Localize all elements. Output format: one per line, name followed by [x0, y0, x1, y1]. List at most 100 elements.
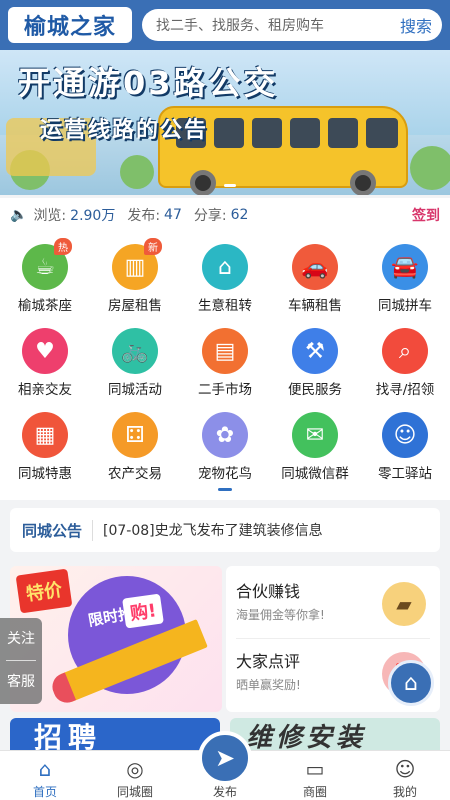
basket-icon: ⚃ — [112, 412, 158, 458]
circle-community-icon: ◎ — [126, 757, 144, 781]
category-label: 零工驿站 — [378, 466, 432, 482]
bus-window — [366, 118, 398, 148]
bus-window — [328, 118, 358, 148]
wechat-icon: ✉ — [292, 412, 338, 458]
views-label: 浏览: — [33, 208, 67, 224]
category-label: 同城特惠 — [18, 466, 72, 482]
grid-page-indicator — [218, 488, 232, 491]
tab-label: 发布 — [212, 785, 237, 799]
discount-icon: ▦ — [22, 412, 68, 458]
tab-label: 同城圈 — [116, 785, 153, 799]
category-item[interactable]: 🚘 同城拼车 — [360, 234, 450, 316]
category-item[interactable]: ▥ 新房屋租售 — [90, 234, 180, 316]
shares-label: 分享: — [193, 208, 227, 224]
category-label: 二手市场 — [198, 382, 252, 398]
send-icon[interactable]: ➤ — [198, 731, 252, 785]
magnifier-icon: ⌕ — [382, 328, 428, 374]
category-item[interactable]: ⌂ 生意租转 — [180, 234, 270, 316]
notice-title: 同城公告 — [22, 519, 94, 541]
category-item[interactable]: ▦ 同城特惠 — [0, 402, 90, 484]
bus-window — [290, 118, 320, 148]
tab-send[interactable]: ➤ 发布 — [180, 731, 270, 800]
category-item[interactable]: ⚒ 便民服务 — [270, 318, 360, 400]
store-icon: ▭ — [305, 757, 325, 781]
banner-indicator — [224, 184, 236, 187]
home-icon: ⌂ — [38, 757, 52, 781]
category-label: 相亲交友 — [18, 382, 72, 398]
home-icon: ⌂ — [404, 670, 418, 696]
bicycle-icon: 🚲 — [112, 328, 158, 374]
broom-icon: ⚒ — [292, 328, 338, 374]
category-item[interactable]: ♥ 相亲交友 — [0, 318, 90, 400]
customer-service-button[interactable]: 客服 — [0, 661, 42, 704]
category-item[interactable]: ⚃ 农产交易 — [90, 402, 180, 484]
category-item[interactable]: ⌕ 找寻/招领 — [360, 318, 450, 400]
tab-label: 我的 — [392, 785, 417, 799]
category-label: 同城拼车 — [378, 298, 432, 314]
floating-home-button[interactable]: ⌂ — [388, 660, 434, 706]
carpool-icon: 🚘 — [382, 244, 428, 290]
market-icon: ▤ — [202, 328, 248, 374]
promo-banner[interactable]: 开通游03路公交 运营线路的公告 — [0, 50, 450, 195]
tab-store[interactable]: ▭ 商圈 — [270, 751, 360, 800]
banner-title: 开通游03路公交 — [18, 64, 279, 102]
paw-icon: ✿ — [202, 412, 248, 458]
category-item[interactable]: 🚲 同城活动 — [90, 318, 180, 400]
app-logo[interactable]: 榆城之家 — [8, 7, 132, 43]
wallet-icon: ▰ — [382, 582, 426, 626]
category-label: 农产交易 — [108, 466, 162, 482]
special-price-badge: 特价 — [15, 568, 73, 614]
category-label: 宠物花鸟 — [198, 466, 252, 482]
tab-home[interactable]: ⌂ 首页 — [0, 751, 90, 800]
bottom-tab-bar: ⌂ 首页 ◎ 同城圈 ➤ 发布 ▭ 商圈 ☺ 我的 — [0, 731, 450, 800]
bus-wheel — [190, 170, 216, 195]
search-input[interactable]: 找二手、找服务、租房购车 — [156, 15, 400, 35]
category-label: 同城活动 — [108, 382, 162, 398]
speaker-icon: 🔈 — [10, 207, 28, 223]
smile-icon: ☺ — [394, 757, 416, 781]
notice-text[interactable]: [07-08]史龙飞发布了建筑装修信息 — [93, 520, 323, 540]
divider — [236, 638, 430, 639]
tab-label: 首页 — [32, 785, 57, 799]
buy-label: 购! — [122, 593, 165, 629]
category-label: 房屋租售 — [108, 298, 162, 314]
app-screen: 榆城之家 找二手、找服务、租房购车 搜索 开通游03路公交 运营线路的公告 🔈 … — [0, 0, 450, 800]
bus-window — [252, 118, 282, 148]
recruitment-banner[interactable]: 招聘 — [10, 718, 220, 750]
side-float-menu: 关注 客服 — [0, 618, 42, 704]
category-grid: ☕ 热榆城茶座 ▥ 新房屋租售 ⌂ 生意租转 🚗 车辆租售 🚘 同城拼车 ♥ 相亲交友 🚲 同城活动 ▤ 二手… — [0, 232, 450, 500]
category-label: 生意租转 — [198, 298, 252, 314]
bus-window — [214, 118, 244, 148]
category-item[interactable]: ✉ 同城微信群 — [270, 402, 360, 484]
shop-icon: ⌂ — [202, 244, 248, 290]
worker-icon: ☺ — [382, 412, 428, 458]
views-value: 2.90万 — [70, 208, 116, 224]
partner-earn-item[interactable]: 合伙赚钱 海量佣金等你拿! ▰ — [236, 578, 430, 638]
signin-button[interactable]: 签到 — [412, 205, 440, 225]
banner-subtitle: 运营线路的公告 — [40, 118, 209, 143]
divider — [6, 660, 36, 661]
follow-button[interactable]: 关注 — [0, 618, 42, 661]
search-button[interactable]: 搜索 — [400, 13, 432, 37]
category-item[interactable]: ☺ 零工驿站 — [360, 402, 450, 484]
category-tag-badge: 新 — [144, 238, 162, 255]
category-item[interactable]: ✿ 宠物花鸟 — [180, 402, 270, 484]
city-notice[interactable]: 同城公告 [07-08]史龙飞发布了建筑装修信息 — [10, 508, 440, 552]
bus-wheel — [350, 170, 376, 195]
category-label: 同城微信群 — [281, 466, 349, 482]
category-item[interactable]: ▤ 二手市场 — [180, 318, 270, 400]
search-bar[interactable]: 找二手、找服务、租房购车 搜索 — [142, 9, 442, 41]
posts-value: 47 — [164, 207, 182, 223]
tree-decoration — [410, 146, 450, 190]
category-item[interactable]: 🚗 车辆租售 — [270, 234, 360, 316]
tab-smile[interactable]: ☺ 我的 — [360, 751, 450, 800]
stats-bar: 🔈 浏览: 2.90万 发布: 47 分享: 62 签到 — [0, 198, 450, 232]
repair-banner[interactable]: 维修安装 — [230, 718, 440, 750]
car-icon: 🚗 — [292, 244, 338, 290]
tree-decoration — [120, 155, 154, 189]
category-label: 榆城茶座 — [18, 298, 72, 314]
category-label: 找寻/招领 — [375, 382, 435, 398]
tab-circle-community[interactable]: ◎ 同城圈 — [90, 751, 180, 800]
category-item[interactable]: ☕ 热榆城茶座 — [0, 234, 90, 316]
heart-pin-icon: ♥ — [22, 328, 68, 374]
